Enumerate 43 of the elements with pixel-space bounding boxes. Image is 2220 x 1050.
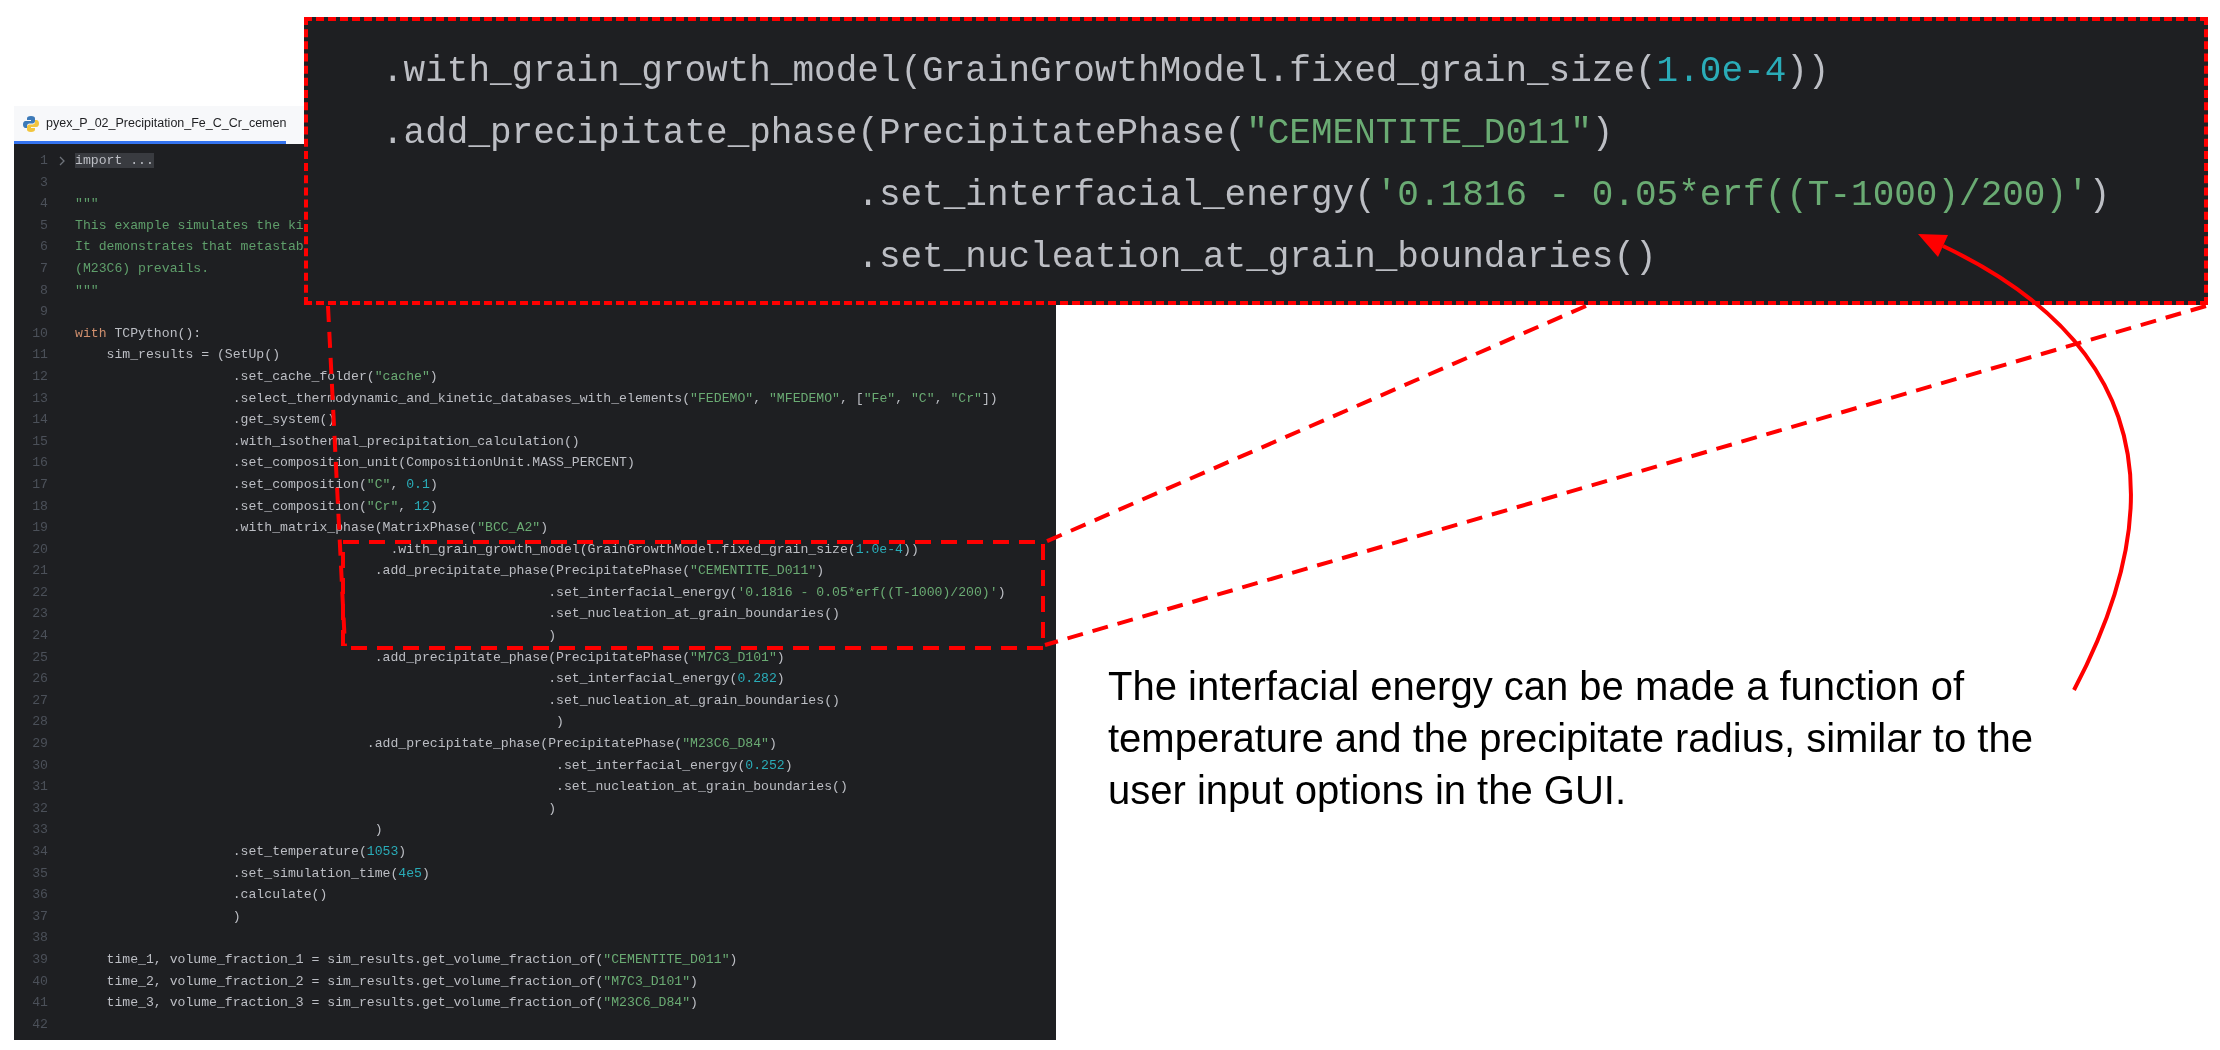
code-line: .with_grain_growth_model(GrainGrowthModel.fixed_grain_size(1.0e-4)) — [382, 50, 1830, 94]
code-line: .set_composition_unit(CompositionUnit.MASS_PERCENT) — [231, 454, 635, 473]
code-line: .set_interfacial_energy('0.1816 - 0.05*erf((T-1000)/200)') — [547, 583, 1006, 602]
code-line: .set_interfacial_energy(0.252) — [555, 756, 793, 775]
code-line: .select_thermodynamic_and_kinetic_databases_with_elements("FEDEMO", "MFEDEMO", ["Fe", "C", "Cr"]) — [231, 389, 998, 408]
code-line: """ — [75, 195, 99, 214]
code-line: time_2, volume_fraction_2 = sim_results.get_volume_fraction_of("M7C3_D101") — [105, 972, 698, 991]
code-line: .with_matrix_phase(MatrixPhase("BCC_A2") — [231, 519, 549, 538]
code-line: (M23C6) prevails. — [75, 259, 210, 278]
chevron-right-icon[interactable] — [57, 155, 66, 166]
code-line: .add_precipitate_phase(PrecipitatePhase("CEMENTITE_D011") — [382, 112, 1614, 156]
code-line: time_1, volume_fraction_1 = sim_results.get_volume_fraction_of("CEMENTITE_D011") — [105, 950, 738, 969]
code-line: .set_cache_folder("cache") — [231, 367, 438, 386]
annotation-text: The interfacial energy can be made a function of temperature and the precipitate radius, similar to the user input options in the GUI. — [1108, 663, 2034, 814]
code-line: .get_system() — [231, 411, 336, 430]
code-line: ) — [547, 799, 557, 818]
file-tab[interactable]: pyex_P_02_Precipitation_Fe_C_Cr_cemen — [14, 106, 287, 144]
code-line: .add_precipitate_phase(PrecipitatePhase("CEMENTITE_D011") — [373, 562, 825, 581]
code-line: ) — [231, 907, 241, 926]
code-line: .add_precipitate_phase(PrecipitatePhase("M7C3_D101") — [373, 648, 785, 667]
code-line: .set_nucleation_at_grain_boundaries() — [547, 691, 840, 710]
code-line: .with_grain_growth_model(GrainGrowthModel.fixed_grain_size(1.0e-4)) — [389, 540, 919, 559]
code-line: It demonstrates that metastab — [75, 238, 304, 257]
code-line: .set_composition("C", 0.1) — [231, 475, 438, 494]
code-line: .calculate() — [231, 886, 328, 905]
code-line: .add_precipitate_phase(PrecipitatePhase("M23C6_D84") — [365, 735, 777, 754]
code-line: .set_nucleation_at_grain_boundaries() — [547, 605, 840, 624]
code-line: sim_results = (SetUp() — [105, 346, 281, 365]
code-line: ) — [555, 713, 564, 732]
code-line: .set_simulation_time(4e5) — [231, 864, 430, 883]
code-line: ) — [547, 627, 557, 646]
code-line: .set_composition("Cr", 12) — [231, 497, 438, 516]
code-line: This example simulates the ki — [75, 216, 304, 235]
code-line: ) — [373, 821, 383, 840]
code-line: .set_interfacial_energy(0.282) — [547, 670, 785, 689]
code-line: .set_temperature(1053) — [231, 843, 407, 861]
python-file-icon — [22, 114, 40, 133]
code-line: .set_interfacial_energy('0.1816 - 0.05*erf((T-1000)/200)') — [856, 174, 2111, 218]
code-line: .set_nucleation_at_grain_boundaries() — [555, 778, 848, 797]
code-line: .set_nucleation_at_grain_boundaries() — [856, 236, 1657, 280]
code-line: with TCPython(): — [75, 324, 202, 343]
code-line: """ — [75, 281, 99, 300]
code-line: time_3, volume_fraction_3 = sim_results.get_volume_fraction_of("M23C6_D84") — [105, 994, 698, 1013]
